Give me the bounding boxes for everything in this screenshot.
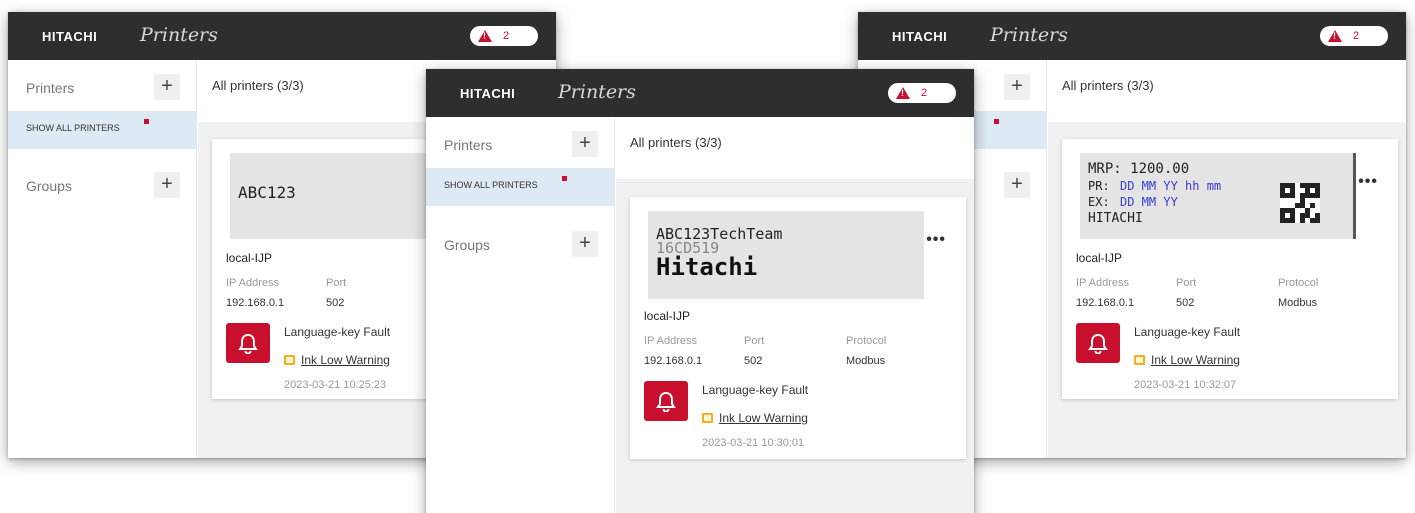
ink-bottle-icon bbox=[702, 413, 713, 423]
port-value: 502 bbox=[326, 297, 345, 309]
label-line-hitachi: HITACHI bbox=[1088, 211, 1143, 226]
timestamp: 2023-03-21 10:30:01 bbox=[702, 437, 805, 449]
ink-warning-link[interactable]: Ink Low Warning bbox=[301, 353, 390, 367]
add-printer-button[interactable]: + bbox=[572, 131, 598, 157]
more-options-button[interactable]: ••• bbox=[1358, 173, 1378, 191]
ink-warning-link[interactable]: Ink Low Warning bbox=[719, 411, 808, 425]
label-line-mrp: MRP: 1200.00 bbox=[1088, 161, 1190, 177]
printer-name: local-IJP bbox=[226, 251, 273, 265]
bell-icon bbox=[226, 323, 270, 363]
printers-window-front: HITACHI Printers 2 Printers + SHOW ALL P… bbox=[426, 69, 974, 513]
add-printer-button[interactable]: + bbox=[1004, 74, 1030, 100]
hitachi-logo: HITACHI bbox=[892, 29, 948, 44]
warning-triangle-icon bbox=[478, 30, 492, 42]
label-text: ABC123 bbox=[238, 183, 296, 202]
app-header: HITACHI Printers 2 bbox=[8, 12, 556, 60]
alert-count: 2 bbox=[503, 30, 510, 42]
show-all-label: SHOW ALL PRINTERS bbox=[26, 123, 120, 133]
fault-text: Language-key Fault bbox=[702, 383, 809, 397]
protocol-label: Protocol bbox=[1278, 277, 1319, 289]
sidebar: Printers + SHOW ALL PRINTERS Groups + bbox=[8, 60, 197, 458]
app-header: HITACHI Printers 2 bbox=[426, 69, 974, 117]
protocol-value: Modbus bbox=[1278, 297, 1318, 309]
ip-label: IP Address bbox=[644, 335, 697, 347]
app-header: HITACHI Printers 2 bbox=[858, 12, 1406, 60]
timestamp: 2023-03-21 10:25:23 bbox=[284, 379, 387, 391]
ink-warning[interactable]: Ink Low Warning bbox=[1134, 353, 1240, 367]
printers-heading: Printers bbox=[26, 80, 75, 96]
label-preview: MRP: 1200.00 PR: DD MM YY hh mm EX: DD M… bbox=[1080, 153, 1356, 239]
label-line-ex-fields: DD MM YY bbox=[1120, 195, 1178, 209]
main-header: All printers (3/3) bbox=[616, 117, 974, 179]
page-title: All printers (3/3) bbox=[1062, 78, 1154, 93]
groups-heading: Groups bbox=[444, 237, 490, 253]
printer-card[interactable]: MRP: 1200.00 PR: DD MM YY hh mm EX: DD M… bbox=[1062, 139, 1398, 399]
port-label: Port bbox=[1176, 277, 1197, 289]
more-options-button[interactable]: ••• bbox=[926, 231, 946, 249]
hitachi-logo: HITACHI bbox=[460, 86, 516, 101]
sidebar-item-show-all-printers[interactable]: SHOW ALL PRINTERS bbox=[426, 168, 615, 206]
warning-triangle-icon bbox=[1328, 30, 1342, 42]
alert-count: 2 bbox=[921, 87, 928, 99]
ip-value: 192.168.0.1 bbox=[1076, 297, 1135, 309]
label-preview: ABC123TechTeam 16CD519 Hitachi bbox=[648, 211, 924, 299]
printer-name: local-IJP bbox=[1076, 251, 1123, 265]
page-title: All printers (3/3) bbox=[212, 78, 304, 93]
main-header: All printers (3/3) bbox=[1048, 60, 1406, 122]
page-title: All printers (3/3) bbox=[630, 135, 722, 150]
selected-indicator bbox=[144, 119, 149, 124]
timestamp: 2023-03-21 10:32:07 bbox=[1134, 379, 1237, 391]
label-line-pr-fields: DD MM YY hh mm bbox=[1120, 179, 1222, 193]
ink-warning[interactable]: Ink Low Warning bbox=[284, 353, 390, 367]
app-title: Printers bbox=[558, 81, 636, 103]
add-group-button[interactable]: + bbox=[572, 231, 598, 257]
fault-text: Language-key Fault bbox=[1134, 325, 1241, 339]
label-line-ex-prefix: EX: bbox=[1088, 195, 1110, 209]
show-all-label: SHOW ALL PRINTERS bbox=[444, 180, 538, 190]
printer-card[interactable]: ABC123TechTeam 16CD519 Hitachi ••• local… bbox=[630, 197, 966, 459]
selected-indicator bbox=[994, 119, 999, 124]
app-title: Printers bbox=[990, 24, 1068, 46]
protocol-label: Protocol bbox=[846, 335, 887, 347]
printer-name: local-IJP bbox=[644, 309, 691, 323]
label-line-pr-prefix: PR: bbox=[1088, 179, 1110, 193]
alert-count: 2 bbox=[1353, 30, 1360, 42]
sidebar: Printers + SHOW ALL PRINTERS Groups + bbox=[426, 117, 615, 513]
ink-warning[interactable]: Ink Low Warning bbox=[702, 411, 808, 425]
alert-badge[interactable]: 2 bbox=[888, 83, 956, 103]
qr-code-icon bbox=[1280, 183, 1320, 223]
hitachi-logo: HITACHI bbox=[42, 29, 98, 44]
printers-heading: Printers bbox=[444, 137, 493, 153]
port-value: 502 bbox=[1176, 297, 1195, 309]
warning-triangle-icon bbox=[896, 87, 910, 99]
alert-badge[interactable]: 2 bbox=[470, 26, 538, 46]
bell-icon bbox=[1076, 323, 1120, 363]
ink-bottle-icon bbox=[284, 355, 295, 365]
groups-heading: Groups bbox=[26, 178, 72, 194]
add-group-button[interactable]: + bbox=[154, 172, 180, 198]
ip-value: 192.168.0.1 bbox=[644, 355, 703, 367]
add-printer-button[interactable]: + bbox=[154, 74, 180, 100]
alert-badge[interactable]: 2 bbox=[1320, 26, 1388, 46]
ip-value: 192.168.0.1 bbox=[226, 297, 285, 309]
ip-label: IP Address bbox=[1076, 277, 1129, 289]
app-title: Printers bbox=[140, 24, 218, 46]
port-label: Port bbox=[744, 335, 765, 347]
bell-icon bbox=[644, 381, 688, 421]
port-label: Port bbox=[326, 277, 347, 289]
sidebar-item-show-all-printers[interactable]: SHOW ALL PRINTERS bbox=[8, 111, 197, 149]
port-value: 502 bbox=[744, 355, 763, 367]
protocol-value: Modbus bbox=[846, 355, 886, 367]
main-panel: All printers (3/3) ABC123TechTeam 16CD51… bbox=[616, 117, 974, 513]
label-line-3: Hitachi bbox=[656, 253, 758, 281]
selected-indicator bbox=[562, 176, 567, 181]
ink-warning-link[interactable]: Ink Low Warning bbox=[1151, 353, 1240, 367]
add-group-button[interactable]: + bbox=[1004, 172, 1030, 198]
main-panel: All printers (3/3) MRP: 1200.00 PR: DD M… bbox=[1048, 60, 1406, 458]
ip-label: IP Address bbox=[226, 277, 279, 289]
fault-text: Language-key Fault bbox=[284, 325, 391, 339]
ink-bottle-icon bbox=[1134, 355, 1145, 365]
